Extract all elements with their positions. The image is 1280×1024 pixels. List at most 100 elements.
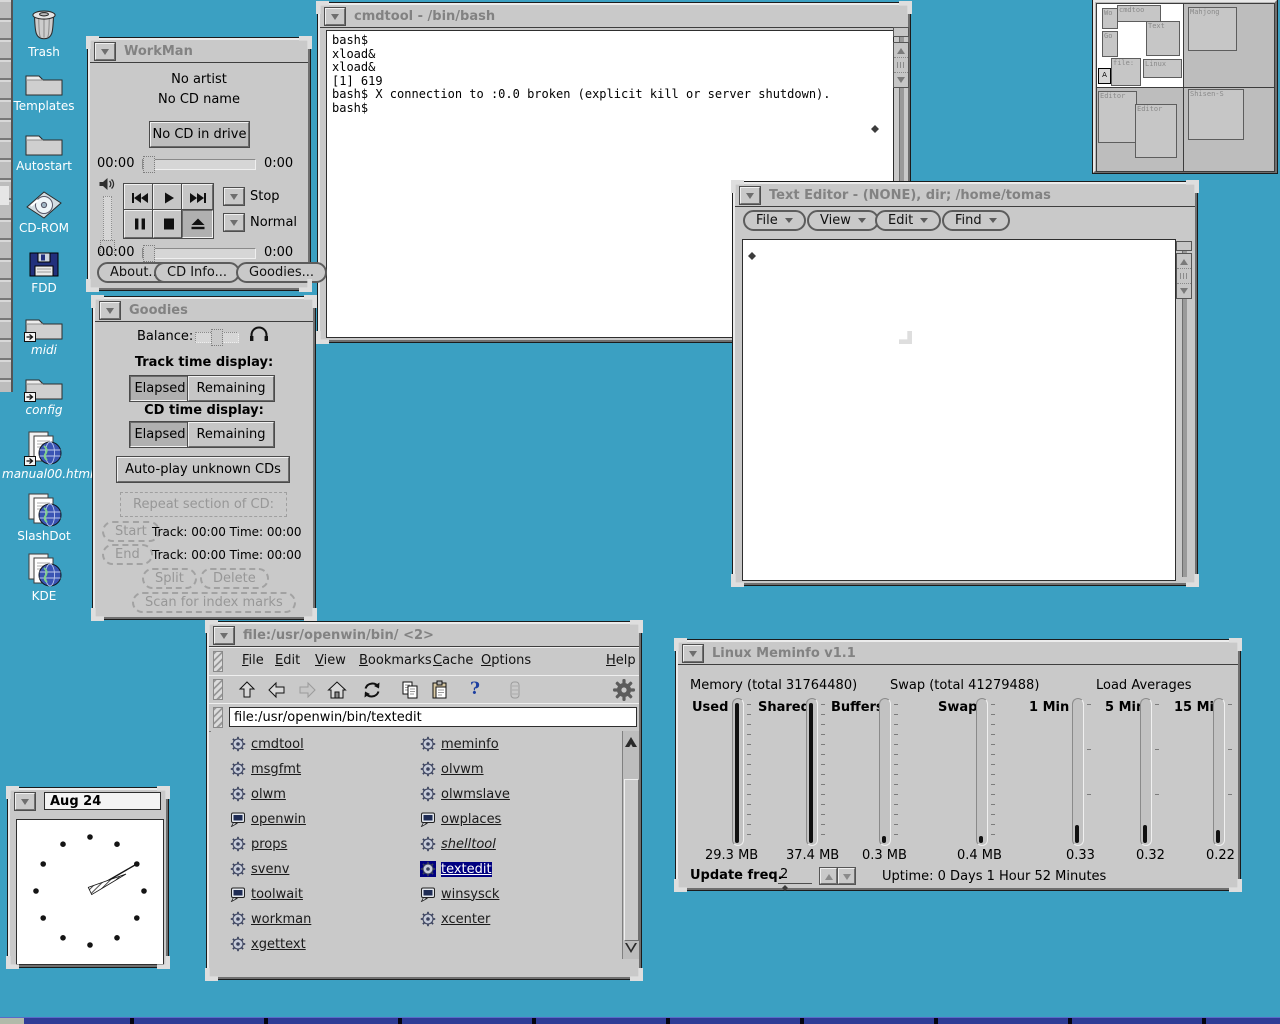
- play-button[interactable]: [153, 184, 184, 212]
- pager-mini-window[interactable]: Wo: [1102, 8, 1118, 29]
- desktop-icon-manual00[interactable]: manual00.html: [2, 430, 86, 481]
- scroll-down-arrow[interactable]: [623, 943, 639, 959]
- pager-mini-window[interactable]: Editor: [1135, 104, 1177, 158]
- file-item[interactable]: olwmslave: [420, 785, 510, 803]
- desktop-icon-trash[interactable]: Trash: [2, 6, 86, 59]
- toolbar-drag-handle[interactable]: [213, 679, 223, 700]
- window-menu-button[interactable]: [325, 8, 345, 25]
- file-item[interactable]: cmdtool: [230, 735, 304, 753]
- file-item[interactable]: shelltool: [420, 835, 496, 853]
- previous-track-button[interactable]: [124, 184, 155, 212]
- file-menu-button[interactable]: File: [743, 210, 806, 231]
- balance-slider[interactable]: [195, 332, 239, 343]
- pager-mini-window[interactable]: Shisen-S: [1188, 89, 1244, 140]
- window-menu-button[interactable]: [683, 645, 703, 662]
- file-item[interactable]: xgettext: [230, 935, 306, 953]
- file-item[interactable]: props: [230, 835, 287, 853]
- window-menu-button[interactable]: [740, 187, 760, 204]
- file-item[interactable]: olvwm: [420, 760, 484, 778]
- resize-corner[interactable]: [91, 608, 104, 621]
- scroll-up-arrow[interactable]: [1177, 254, 1191, 269]
- title-bar[interactable]: cmdtool - /bin/bash: [320, 5, 908, 28]
- clock-window[interactable]: Aug 24: [8, 788, 168, 967]
- file-item[interactable]: toolwait: [230, 885, 303, 903]
- file-item[interactable]: owplaces: [420, 810, 501, 828]
- title-bar[interactable]: Aug 24: [10, 790, 166, 812]
- resize-corner[interactable]: [86, 279, 99, 292]
- edit-menu-button[interactable]: Edit: [875, 210, 941, 231]
- home-button[interactable]: [326, 679, 348, 701]
- spinner-down-button[interactable]: [838, 868, 855, 884]
- cd-remaining-button[interactable]: Remaining: [188, 422, 274, 447]
- menu-edit[interactable]: Edit: [275, 653, 300, 668]
- goodies-window[interactable]: Goodies Balance: Track time display: Ela…: [93, 297, 315, 619]
- help-button[interactable]: ?: [464, 679, 486, 701]
- file-item[interactable]: openwin: [230, 810, 306, 828]
- resize-corner[interactable]: [304, 608, 317, 621]
- title-bar[interactable]: WorkMan: [90, 40, 308, 63]
- pause-button[interactable]: [124, 210, 155, 238]
- title-bar[interactable]: Linux Meminfo v1.1: [678, 642, 1238, 665]
- play-speed-menu-button[interactable]: [224, 214, 244, 231]
- menu-cache[interactable]: Cache: [433, 653, 473, 668]
- desktop-icon-config[interactable]: config: [2, 370, 86, 417]
- file-item[interactable]: svenv: [230, 860, 289, 878]
- track-remaining-button[interactable]: Remaining: [188, 376, 274, 401]
- resize-corner[interactable]: [630, 968, 643, 981]
- file-item-selected[interactable]: textedit: [420, 860, 492, 878]
- bottom-panel-edge[interactable]: [0, 1017, 1280, 1024]
- virtual-desktop-pager[interactable]: Wo cmdtoo Text Go file: Linux A Mahjong …: [1093, 0, 1277, 173]
- file-item[interactable]: msgfmt: [230, 760, 301, 778]
- pager-desktop-3[interactable]: Editor Editor: [1096, 87, 1185, 172]
- scrollbar-elevator[interactable]: [1176, 253, 1192, 299]
- paste-button[interactable]: [429, 679, 451, 701]
- pager-desktop-4[interactable]: Shisen-S: [1183, 87, 1275, 172]
- file-item[interactable]: olwm: [230, 785, 286, 803]
- desktop-icon-autostart[interactable]: Autostart: [2, 126, 86, 173]
- spinner-up-button[interactable]: [820, 868, 837, 884]
- pager-mini-window[interactable]: Editor: [1098, 91, 1137, 143]
- desktop-icon-fdd[interactable]: FDD: [2, 250, 86, 295]
- delete-button[interactable]: Delete: [200, 568, 269, 589]
- title-bar[interactable]: file:/usr/openwin/bin/ <2>: [209, 624, 639, 647]
- resize-corner[interactable]: [1229, 879, 1242, 892]
- scrollbar[interactable]: [622, 731, 639, 959]
- desktop-icon-templates[interactable]: Templates: [2, 66, 86, 113]
- scrollbar-cap[interactable]: [893, 27, 909, 37]
- file-item[interactable]: winsysck: [420, 885, 499, 903]
- desktop-icon-slashdot[interactable]: SlashDot: [2, 492, 86, 543]
- scroll-up-arrow[interactable]: [894, 43, 908, 58]
- cd-position-slider[interactable]: [142, 248, 256, 259]
- window-menu-button[interactable]: [15, 793, 35, 810]
- pager-mini-window[interactable]: file:: [1111, 58, 1141, 86]
- desktop-icon-cdrom[interactable]: CD-ROM: [2, 188, 86, 235]
- next-track-button[interactable]: [182, 184, 213, 212]
- pager-mini-window[interactable]: Mahjong: [1188, 7, 1237, 51]
- repeat-end-button[interactable]: End: [102, 544, 153, 565]
- file-item[interactable]: workman: [230, 910, 311, 928]
- menu-options[interactable]: Options: [481, 653, 531, 668]
- slider-thumb[interactable]: [143, 156, 155, 173]
- title-bar[interactable]: Goodies: [95, 299, 313, 322]
- window-menu-button[interactable]: [214, 627, 234, 644]
- title-bar[interactable]: Text Editor - (NONE), dir; /home/tomas: [735, 184, 1195, 207]
- desktop-icon-kde[interactable]: KDE: [2, 552, 86, 603]
- window-menu-button[interactable]: [100, 302, 120, 319]
- pager-mini-window[interactable]: Linux: [1143, 59, 1182, 78]
- scrollbar-elevator[interactable]: [893, 42, 909, 88]
- stop-button[interactable]: [153, 210, 184, 238]
- scan-index-button[interactable]: Scan for index marks: [132, 592, 296, 613]
- reload-button[interactable]: [361, 679, 383, 701]
- track-position-slider[interactable]: [142, 159, 256, 170]
- scroll-grip[interactable]: [894, 58, 908, 73]
- pager-mini-window[interactable]: cmdtoo: [1117, 5, 1161, 22]
- back-button[interactable]: [266, 679, 288, 701]
- menu-help[interactable]: Help: [606, 653, 636, 668]
- track-elapsed-button[interactable]: Elapsed: [130, 376, 190, 401]
- resize-corner[interactable]: [205, 968, 218, 981]
- scroll-grip[interactable]: [1177, 269, 1191, 284]
- location-input[interactable]: [229, 707, 637, 727]
- slider-thumb[interactable]: [143, 245, 155, 262]
- workman-window[interactable]: WorkMan No artist No CD name No CD in dr…: [88, 38, 310, 290]
- find-menu-button[interactable]: Find: [942, 210, 1010, 231]
